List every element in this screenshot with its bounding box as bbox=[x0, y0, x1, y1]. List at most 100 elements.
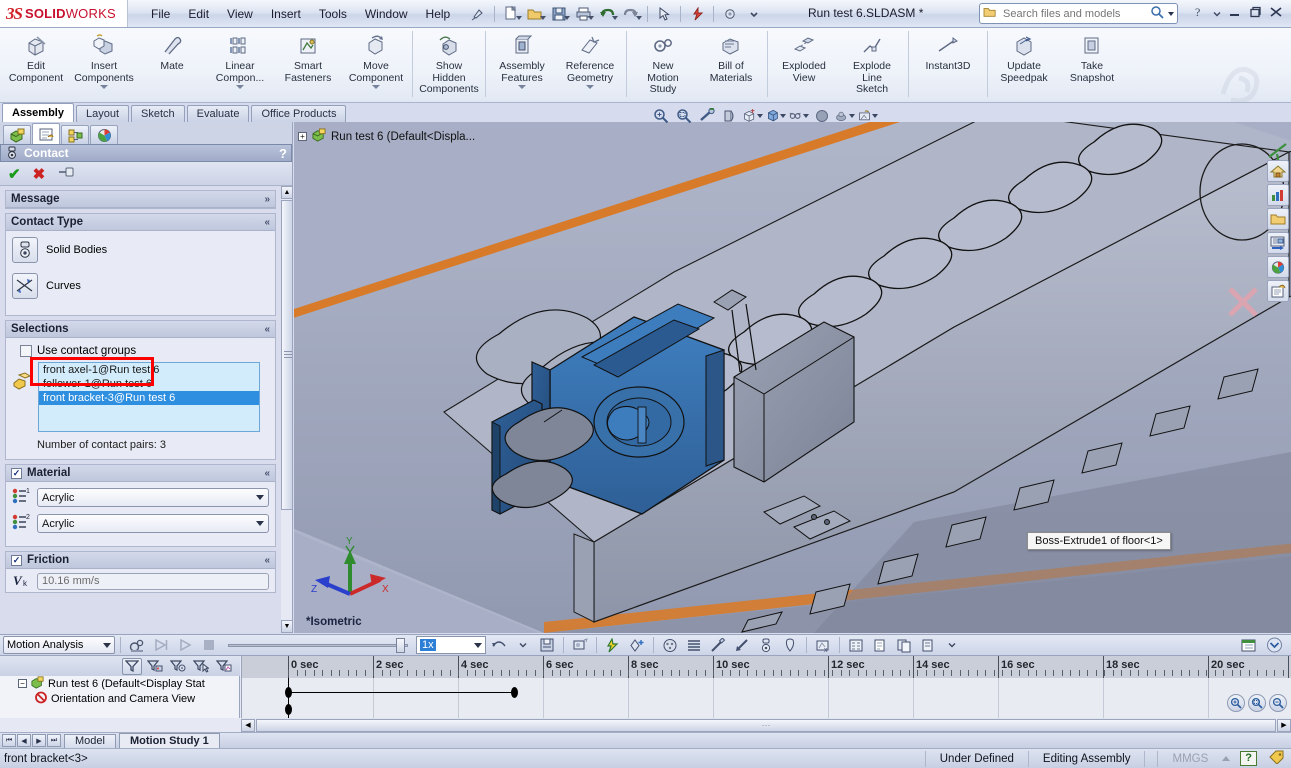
chevron-collapse-icon[interactable]: « bbox=[264, 217, 270, 228]
ribbon-new-motion-study[interactable]: New Motion Study bbox=[629, 28, 697, 102]
motion-study-type-dropdown[interactable]: Motion Analysis bbox=[3, 636, 115, 654]
new-document-icon[interactable] bbox=[500, 4, 523, 24]
chevron-up-icon[interactable] bbox=[1222, 756, 1231, 761]
tree-expand-icon[interactable]: + bbox=[298, 132, 307, 141]
scrollbar-thumb[interactable]: ⋯ bbox=[256, 718, 1276, 732]
stop-icon[interactable] bbox=[198, 636, 220, 654]
design-library-icon[interactable] bbox=[1267, 208, 1289, 230]
time-bar-indicator[interactable] bbox=[288, 678, 289, 718]
chevron-collapse-icon[interactable]: « bbox=[264, 468, 270, 479]
tab-assembly[interactable]: Assembly bbox=[2, 103, 74, 122]
property-panel-scrollbar[interactable]: ▲ ▼ bbox=[280, 186, 293, 633]
contact-type-solid-bodies[interactable]: Solid Bodies bbox=[12, 237, 269, 263]
slider-knob[interactable] bbox=[396, 638, 405, 653]
filter-all-icon[interactable] bbox=[122, 657, 142, 675]
menu-tools[interactable]: Tools bbox=[310, 3, 356, 25]
use-contact-groups-row[interactable]: Use contact groups bbox=[12, 343, 269, 362]
property-manager-tab[interactable] bbox=[32, 123, 60, 144]
chevron-down-icon[interactable] bbox=[100, 85, 108, 89]
home-icon[interactable] bbox=[1267, 160, 1289, 182]
ribbon-update-speedpak[interactable]: Update Speedpak bbox=[990, 28, 1058, 102]
material-enable-checkbox[interactable]: ✓ bbox=[11, 467, 22, 479]
friction-velocity-input[interactable]: 10.16 mm/s bbox=[37, 573, 269, 590]
timeline-track-area[interactable] bbox=[241, 678, 1291, 718]
search-icon[interactable] bbox=[1150, 5, 1164, 22]
scroll-left-arrow[interactable]: ◀ bbox=[241, 718, 255, 732]
zoom-out-icon[interactable] bbox=[1269, 694, 1287, 712]
autokey-icon[interactable] bbox=[602, 636, 624, 654]
file-explorer-icon[interactable] bbox=[1267, 232, 1289, 254]
ribbon-instant3d[interactable]: Instant3D bbox=[911, 28, 985, 102]
ribbon-exploded-view[interactable]: Exploded View bbox=[770, 28, 838, 102]
filter-drivers-icon[interactable] bbox=[168, 658, 188, 675]
timeline-ruler[interactable]: 0 sec 2 sec 4 sec 6 sec 8 sec 10 sec 12 … bbox=[241, 656, 1291, 678]
motion-tree-row-orientation[interactable]: Orientation and Camera View bbox=[0, 691, 239, 706]
ribbon-explode-line-sketch[interactable]: Explode Line Sketch bbox=[838, 28, 906, 102]
chevron-down-icon[interactable] bbox=[518, 85, 526, 89]
section-header[interactable]: Selections « bbox=[6, 321, 275, 338]
ok-button[interactable]: ✔ bbox=[8, 165, 21, 183]
motion-tree-row-root[interactable]: − Run test 6 (Default<Display Stat bbox=[0, 675, 239, 691]
search-dropdown-icon[interactable] bbox=[1168, 11, 1174, 16]
use-contact-groups-checkbox[interactable] bbox=[20, 345, 32, 357]
display-manager-tab[interactable] bbox=[90, 125, 118, 144]
section-view-icon[interactable] bbox=[720, 107, 740, 125]
section-header[interactable]: ✓ Material « bbox=[6, 465, 275, 482]
flyout-feature-tree[interactable]: + Run test 6 (Default<Displa... bbox=[298, 128, 475, 145]
select-icon[interactable] bbox=[653, 4, 675, 24]
ribbon-edit-component[interactable]: Edit Component bbox=[2, 28, 70, 102]
next-tab-icon[interactable]: ▶ bbox=[32, 734, 46, 747]
search-box[interactable] bbox=[979, 3, 1178, 24]
first-tab-icon[interactable]: ⏮ bbox=[2, 734, 16, 747]
configuration-manager-tab[interactable] bbox=[61, 125, 89, 144]
motor-icon[interactable] bbox=[659, 636, 681, 654]
save-animation-icon[interactable] bbox=[536, 636, 558, 654]
list-item[interactable]: front axel-1@Run test 6 bbox=[39, 363, 259, 377]
animation-wizard-icon[interactable] bbox=[569, 636, 591, 654]
tree-collapse-icon[interactable]: − bbox=[18, 679, 27, 688]
filter-results-icon[interactable] bbox=[214, 658, 234, 675]
force-icon[interactable] bbox=[731, 636, 753, 654]
ribbon-insert-components[interactable]: Insert Components bbox=[70, 28, 138, 102]
contact-type-curves[interactable]: Curves bbox=[12, 273, 269, 299]
undo-icon[interactable] bbox=[596, 4, 619, 24]
ribbon-reference-geometry[interactable]: Reference Geometry bbox=[556, 28, 624, 102]
display-style-icon[interactable] bbox=[766, 107, 786, 125]
options-icon[interactable] bbox=[719, 4, 741, 24]
tab-sketch[interactable]: Sketch bbox=[131, 105, 185, 122]
pin-button[interactable] bbox=[57, 165, 75, 182]
chevron-collapse-icon[interactable]: « bbox=[264, 324, 270, 335]
close-button[interactable] bbox=[1269, 6, 1283, 21]
scroll-up-arrow[interactable]: ▲ bbox=[281, 186, 293, 199]
zoom-in-icon[interactable] bbox=[1227, 694, 1245, 712]
playback-position-slider[interactable] bbox=[228, 638, 408, 653]
expand-dropdown-icon[interactable] bbox=[941, 636, 963, 654]
menu-help[interactable]: Help bbox=[417, 3, 460, 25]
status-help-icon[interactable]: ? bbox=[1240, 751, 1257, 766]
damper-icon[interactable] bbox=[707, 636, 729, 654]
edit-appearance-icon[interactable] bbox=[812, 107, 832, 125]
ribbon-smart-fasteners[interactable]: Smart Fasteners bbox=[274, 28, 342, 102]
contact-icon[interactable] bbox=[755, 636, 777, 654]
list-item[interactable]: front bracket-3@Run test 6 bbox=[39, 391, 259, 405]
feature-manager-tab[interactable] bbox=[3, 125, 31, 144]
chevron-down-icon[interactable] bbox=[743, 4, 765, 24]
chevron-down-icon[interactable] bbox=[586, 85, 594, 89]
help-dropdown-icon[interactable] bbox=[1213, 6, 1221, 21]
search-input[interactable] bbox=[1001, 6, 1150, 21]
tab-model[interactable]: Model bbox=[64, 733, 116, 748]
redo-icon[interactable] bbox=[620, 4, 643, 24]
save-icon[interactable] bbox=[548, 4, 571, 24]
section-header[interactable]: ✓ Friction « bbox=[6, 552, 275, 569]
tag-icon[interactable] bbox=[1269, 750, 1285, 767]
filter-selected-icon[interactable] bbox=[191, 658, 211, 675]
motion-study-properties-icon[interactable] bbox=[845, 636, 867, 654]
view-settings-icon[interactable] bbox=[858, 107, 878, 125]
filter-animated-icon[interactable] bbox=[145, 658, 165, 675]
view-palette-icon[interactable] bbox=[1267, 256, 1289, 278]
cancel-button[interactable]: ✖ bbox=[33, 165, 46, 183]
material-1-dropdown[interactable]: Acrylic bbox=[37, 488, 269, 507]
playback-speed-dropdown[interactable]: 1x bbox=[416, 636, 486, 654]
keyframe-marker[interactable] bbox=[511, 687, 518, 698]
scroll-down-arrow[interactable]: ▼ bbox=[281, 620, 293, 633]
